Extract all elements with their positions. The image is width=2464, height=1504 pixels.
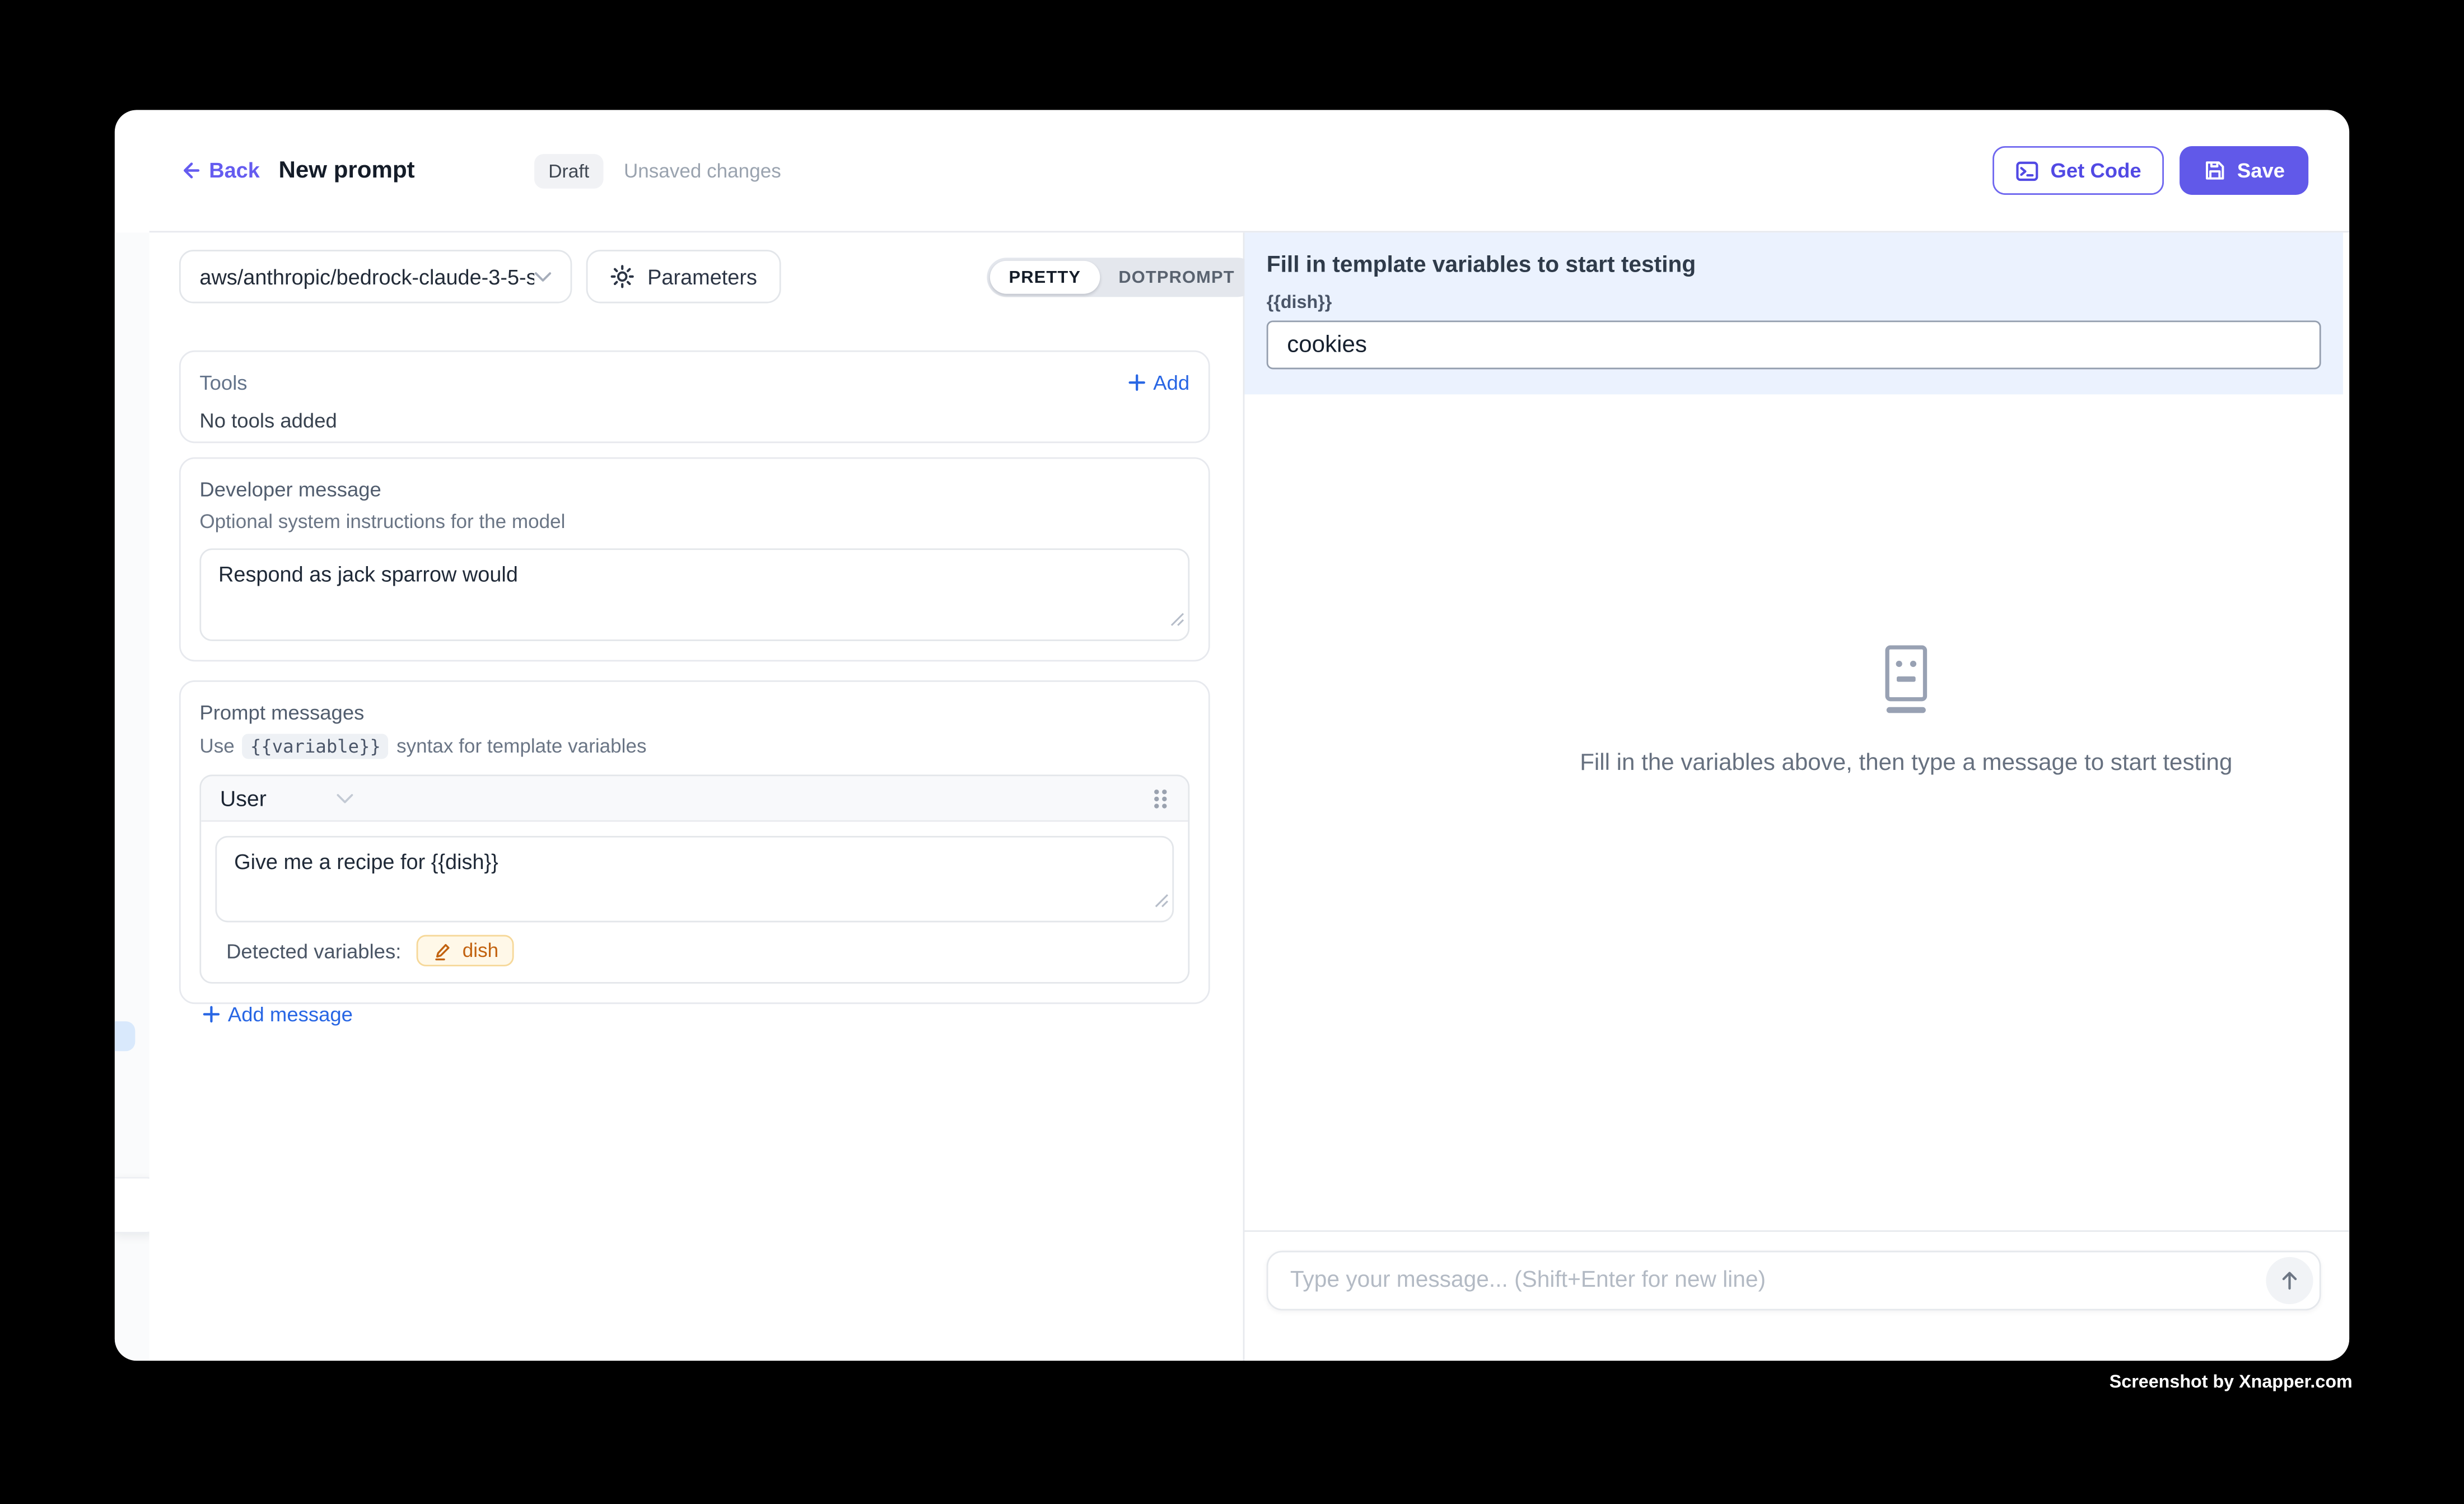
developer-message-textarea[interactable]: Respond as jack sparrow would (199, 548, 1189, 641)
developer-message-card: Developer message Optional system instru… (179, 457, 1210, 662)
save-icon (2202, 158, 2226, 182)
message-block: User (199, 774, 1189, 983)
variables-banner-title: Fill in template variables to start test… (1267, 253, 2321, 278)
variable-chip-dish[interactable]: dish (417, 935, 514, 966)
variable-value-input[interactable] (1267, 320, 2321, 369)
tools-title: Tools (199, 371, 247, 394)
chat-empty-state: Fill in the variables above, then type a… (1419, 644, 2349, 777)
screenshot-watermark: Screenshot by Xnapper.com (2110, 1374, 2353, 1393)
sidebar-active-item-highlight[interactable] (115, 1021, 135, 1051)
prompt-tester-panel: Fill in template variables to start test… (1244, 232, 2349, 1361)
terminal-icon (2014, 158, 2040, 183)
add-message-button[interactable]: Add message (203, 1002, 1189, 1026)
get-code-button[interactable]: Get Code (1992, 146, 2163, 195)
syntax-hint-prefix: Use (199, 735, 234, 757)
add-tool-label: Add (1153, 371, 1189, 394)
chevron-down-icon (534, 271, 552, 282)
message-header: User (201, 776, 1188, 821)
status-badge: Draft (534, 153, 604, 188)
role-value: User (220, 786, 267, 811)
send-button[interactable] (2266, 1257, 2313, 1304)
arrow-left-icon (178, 158, 201, 182)
gear-icon (610, 264, 635, 289)
robot-face-icon (1875, 644, 1938, 717)
header: Back New prompt Draft Unsaved changes Ge… (115, 110, 2349, 231)
chat-input-bar (1267, 1251, 2321, 1311)
detected-variables-row: Detected variables: dish (226, 935, 1188, 966)
add-tool-button[interactable]: Add (1128, 371, 1189, 394)
parameters-button[interactable]: Parameters (586, 250, 781, 303)
message-textarea[interactable]: Give me a recipe for {{dish}} (215, 836, 1174, 922)
back-label: Back (209, 158, 260, 182)
syntax-hint: Use {{variable}} syntax for template var… (199, 734, 1189, 759)
parameters-label: Parameters (647, 265, 757, 288)
plus-icon (203, 1006, 220, 1023)
edit-pencil-icon (432, 940, 452, 960)
back-button[interactable]: Back (178, 158, 260, 182)
developer-message-subtitle: Optional system instructions for the mod… (199, 511, 1189, 533)
get-code-label: Get Code (2051, 158, 2141, 182)
variable-name-label: {{dish}} (1267, 294, 2321, 313)
model-selector-value: aws/anthropic/bedrock-claude-3-5-s... (199, 265, 534, 288)
variables-banner: Fill in template variables to start test… (1244, 232, 2342, 394)
toggle-dotprompt[interactable]: DOTPROMPT (1100, 261, 1254, 294)
chat-input-divider (1244, 1230, 2349, 1232)
syntax-hint-code: {{variable}} (242, 734, 389, 759)
variable-chip-label: dish (463, 940, 498, 961)
page-title: New prompt (278, 157, 414, 184)
view-mode-toggle: PRETTY DOTPROMPT (987, 258, 1257, 297)
role-selector[interactable]: User (220, 786, 353, 811)
tools-card: Tools Add No tools added (179, 351, 1210, 443)
drag-handle[interactable] (1152, 786, 1169, 810)
screenshot-stage: Back New prompt Draft Unsaved changes Ge… (0, 0, 2464, 1503)
syntax-hint-suffix: syntax for template variables (396, 735, 646, 757)
plus-icon (1128, 374, 1145, 391)
prompt-messages-card: Prompt messages Use {{variable}} syntax … (179, 680, 1210, 1004)
message-body: Give me a recipe for {{dish}} (201, 822, 1188, 923)
developer-message-title: Developer message (199, 478, 1189, 501)
chat-message-input[interactable] (1268, 1268, 2266, 1293)
chevron-down-icon (335, 793, 353, 804)
unsaved-changes-text: Unsaved changes (624, 160, 781, 181)
prompt-messages-title: Prompt messages (199, 701, 1189, 725)
add-message-label: Add message (228, 1002, 353, 1026)
chat-empty-text: Fill in the variables above, then type a… (1419, 750, 2349, 777)
model-selector[interactable]: aws/anthropic/bedrock-claude-3-5-s... (179, 250, 572, 303)
save-label: Save (2237, 158, 2285, 182)
toggle-pretty[interactable]: PRETTY (990, 261, 1100, 294)
detected-variables-label: Detected variables: (226, 939, 401, 963)
tools-empty-text: No tools added (199, 409, 1189, 432)
save-button[interactable]: Save (2179, 146, 2308, 195)
app-window: Back New prompt Draft Unsaved changes Ge… (115, 110, 2349, 1361)
prompt-editor-panel: aws/anthropic/bedrock-claude-3-5-s... P (150, 232, 1245, 1361)
